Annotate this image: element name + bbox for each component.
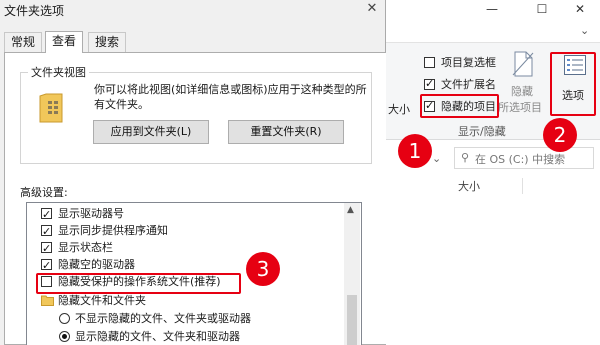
tab-search[interactable]: 搜索 — [88, 32, 127, 52]
step-3-marker: 3 — [246, 252, 280, 286]
setting-show-drive-letters[interactable]: 显示驱动器号 — [27, 205, 347, 223]
tab-general[interactable]: 常规 — [4, 32, 43, 52]
search-input[interactable]: ⚲ 在 OS (C:) 中搜索 — [454, 147, 594, 169]
setting-label: 隐藏文件和文件夹 — [58, 294, 146, 307]
dropdown-chevron-icon[interactable]: ⌄ — [432, 152, 441, 165]
column-header-size[interactable]: 大小 — [454, 178, 600, 194]
show-hide-group-label: 显示/隐藏 — [458, 125, 506, 138]
setting-label: 显示状态栏 — [58, 241, 113, 254]
setting-group-hidden-files[interactable]: 隐藏文件和文件夹 — [27, 292, 347, 309]
search-placeholder: 在 OS (C:) 中搜索 — [475, 153, 566, 166]
search-icon: ⚲ — [461, 151, 470, 164]
advanced-settings-label: 高级设置: — [20, 186, 68, 199]
tab-view[interactable]: 查看 — [45, 31, 84, 53]
highlight-hide-protected-files — [36, 273, 241, 294]
close-icon[interactable]: ✕ — [360, 0, 384, 20]
checkbox[interactable] — [41, 223, 52, 240]
folder-view-description-line2: 有文件夹。 — [94, 98, 149, 111]
folder-view-description-line1: 你可以将此视图(如详细信息或图标)应用于这种类型的所 — [94, 83, 367, 96]
setting-show-hidden[interactable]: 显示隐藏的文件、文件夹和驱动器 — [27, 328, 347, 345]
file-extensions-checkbox[interactable] — [424, 77, 435, 90]
folder-icon — [41, 294, 54, 306]
chevron-down-icon[interactable]: ⌄ — [580, 24, 589, 37]
step-1-marker: 1 — [398, 134, 432, 168]
scrollbar-thumb[interactable] — [347, 295, 357, 345]
file-extensions-label: 文件扩展名 — [441, 78, 496, 91]
checkbox[interactable] — [41, 257, 52, 274]
minimize-button[interactable]: — — [472, 0, 512, 20]
setting-label: 隐藏空的驱动器 — [58, 258, 135, 271]
maximize-button[interactable]: ☐ — [522, 0, 562, 20]
hide-label[interactable]: 隐藏 — [511, 83, 533, 99]
explorer-titlebar: — ☐ ✕ — [384, 0, 600, 20]
scroll-up-icon[interactable]: ▲ — [347, 205, 354, 215]
hide-selected-label[interactable]: 所选项目 — [498, 99, 542, 115]
checkbox[interactable] — [41, 206, 52, 223]
checkbox[interactable] — [41, 240, 52, 257]
size-column-label: 大小 — [458, 180, 480, 193]
setting-show-status-bar[interactable]: 显示状态栏 — [27, 239, 347, 257]
reset-folders-button[interactable]: 重置文件夹(R) — [228, 120, 344, 144]
setting-label: 不显示隐藏的文件、文件夹或驱动器 — [75, 312, 251, 325]
folder-icon — [38, 92, 64, 124]
item-checkboxes-label: 项目复选框 — [441, 56, 496, 69]
hide-selected-icon — [512, 51, 534, 80]
setting-label: 显示隐藏的文件、文件夹和驱动器 — [75, 330, 240, 343]
highlight-hidden-items — [420, 94, 499, 118]
size-label[interactable]: 大小 — [388, 101, 410, 117]
dialog-title: 文件夹选项 — [4, 4, 65, 18]
close-window-button[interactable]: ✕ — [560, 0, 600, 20]
folder-view-legend: 文件夹视图 — [28, 64, 89, 80]
highlight-options-button — [550, 52, 596, 116]
setting-label: 显示驱动器号 — [58, 207, 124, 220]
setting-hide-empty-drives[interactable]: 隐藏空的驱动器 — [27, 256, 347, 274]
apply-to-folders-button[interactable]: 应用到文件夹(L) — [93, 120, 209, 144]
tree-scrollbar[interactable]: ▲ — [344, 203, 360, 345]
step-2-marker: 2 — [543, 118, 577, 152]
setting-label: 显示同步提供程序通知 — [58, 224, 168, 237]
radio-button[interactable] — [59, 313, 70, 324]
column-divider — [522, 178, 523, 194]
radio-button[interactable] — [59, 331, 70, 342]
item-checkboxes-checkbox[interactable] — [424, 57, 435, 68]
setting-show-sync-provider-notifications[interactable]: 显示同步提供程序通知 — [27, 222, 347, 240]
setting-dont-show-hidden[interactable]: 不显示隐藏的文件、文件夹或驱动器 — [27, 310, 347, 327]
